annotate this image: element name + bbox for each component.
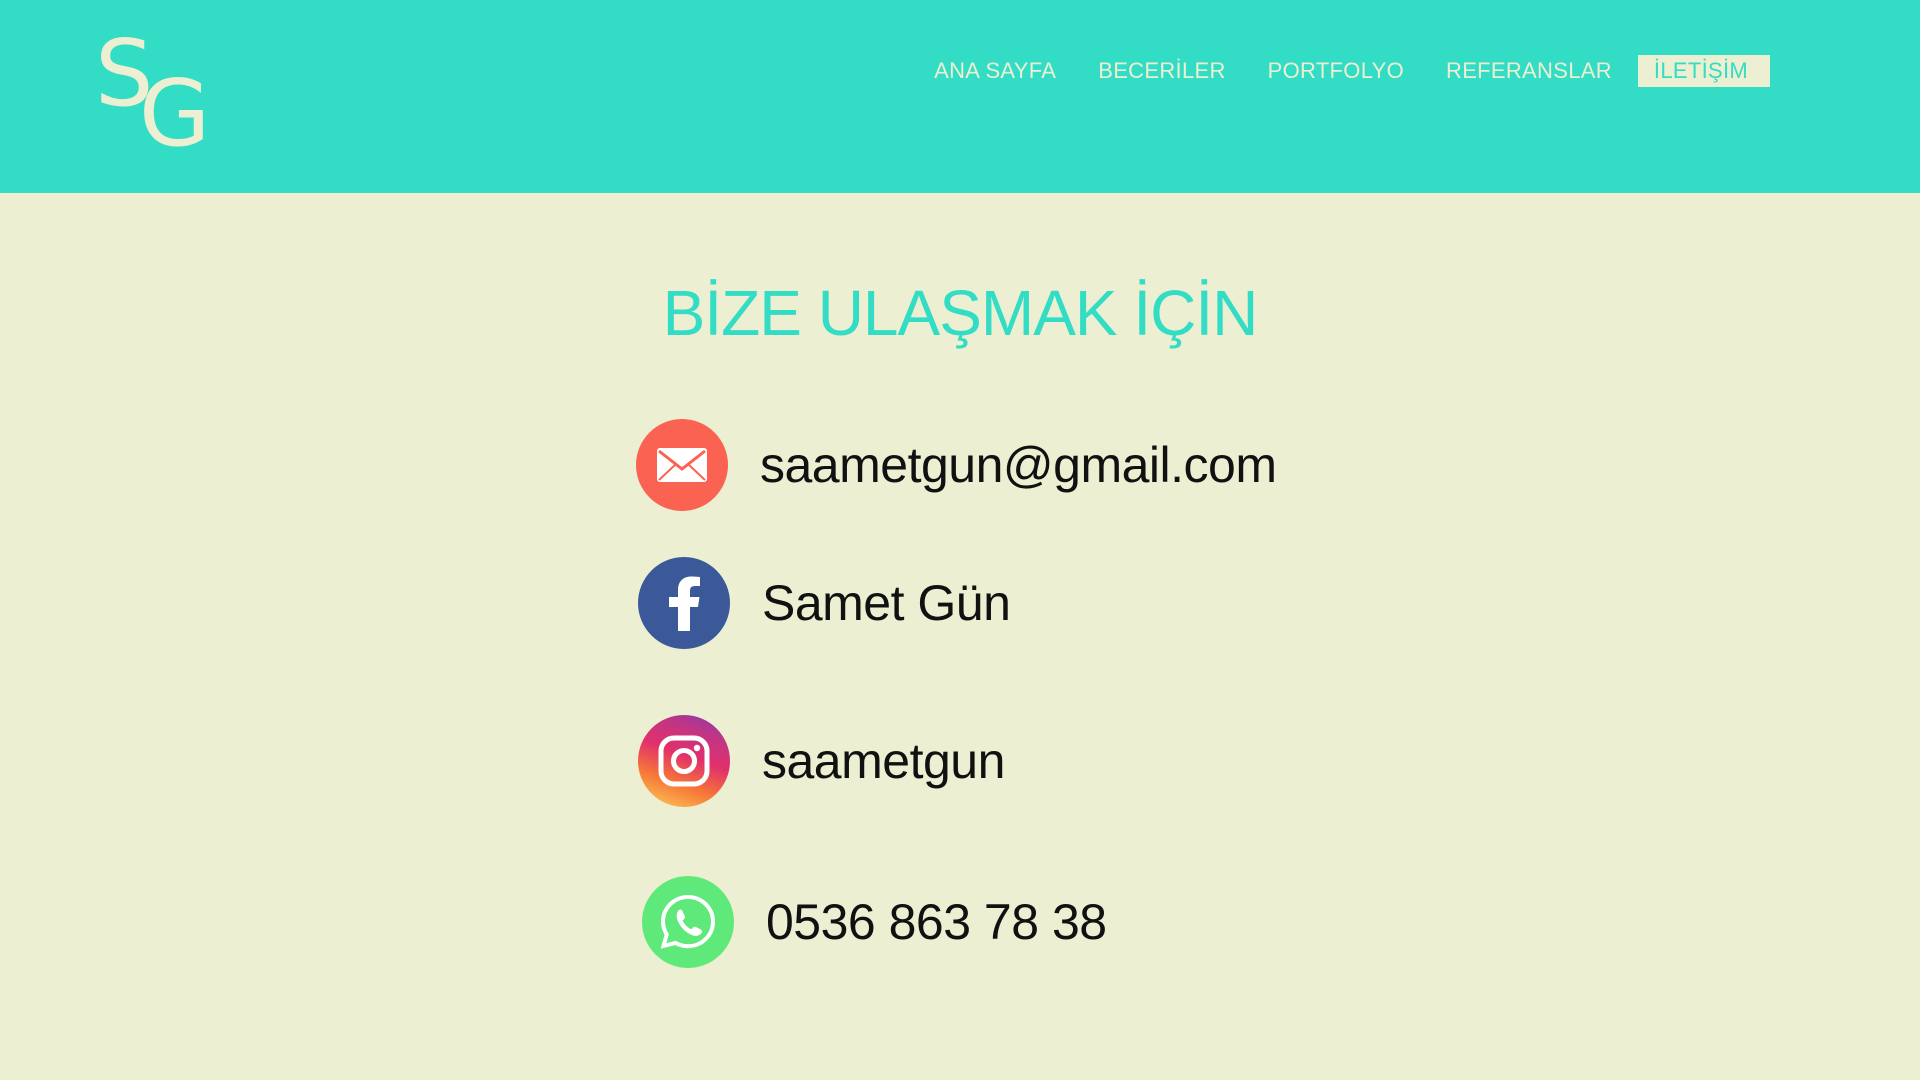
instagram-handle: saametgun <box>762 733 1005 789</box>
site-header: S G ANA SAYFA BECERİLER PORTFOLYO REFERA… <box>0 0 1920 193</box>
nav-item-referanslar[interactable]: REFERANSLAR <box>1425 55 1633 87</box>
main-nav: ANA SAYFA BECERİLER PORTFOLYO REFERANSLA… <box>913 55 1770 87</box>
contact-row-phone[interactable]: 0536 863 78 38 <box>642 876 1107 968</box>
whatsapp-icon <box>642 876 734 968</box>
nav-item-portfolyo[interactable]: PORTFOLYO <box>1247 55 1425 87</box>
contact-row-instagram[interactable]: saametgun <box>638 715 1005 807</box>
email-address: saametgun@gmail.com <box>760 437 1277 493</box>
facebook-name: Samet Gün <box>762 575 1011 631</box>
instagram-icon <box>638 715 730 807</box>
nav-item-iletisim[interactable]: İLETİŞİM <box>1637 55 1770 87</box>
nav-item-beceriler[interactable]: BECERİLER <box>1077 55 1246 87</box>
contact-row-email[interactable]: saametgun@gmail.com <box>636 419 1277 511</box>
phone-number: 0536 863 78 38 <box>766 894 1107 950</box>
contact-row-facebook[interactable]: Samet Gün <box>638 557 1011 649</box>
site-logo[interactable]: S G <box>95 28 215 163</box>
logo-letter-g: G <box>139 60 211 167</box>
facebook-icon <box>638 557 730 649</box>
mail-icon <box>636 419 728 511</box>
page-title: BİZE ULAŞMAK İÇİN <box>662 277 1259 349</box>
nav-item-ana-sayfa[interactable]: ANA SAYFA <box>913 55 1077 87</box>
